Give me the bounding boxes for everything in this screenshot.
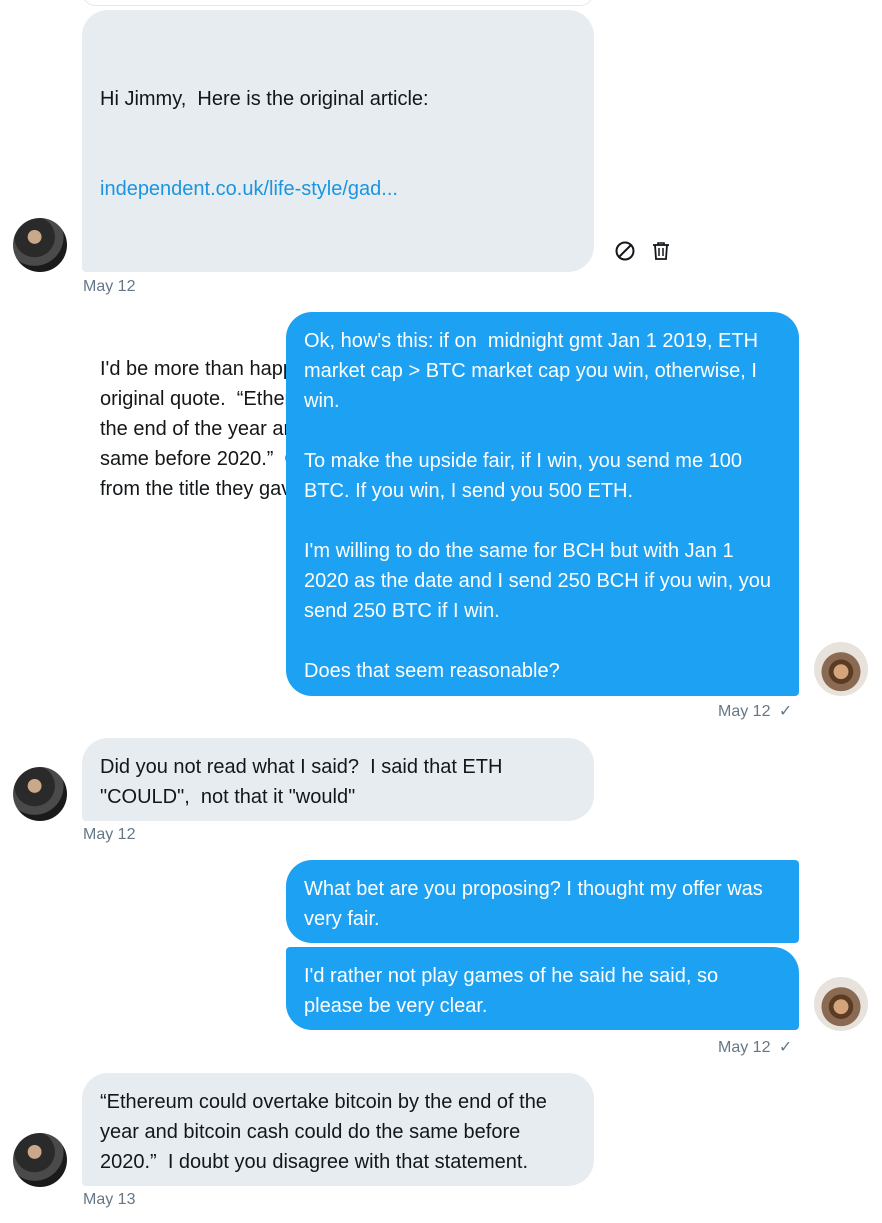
message-text: Hi Jimmy, Here is the original article:	[100, 88, 429, 110]
message-bubble-received[interactable]: “Ethereum could overtake bitcoin by the …	[82, 1073, 594, 1186]
message-timestamp: May 12 ✓	[718, 1038, 792, 1058]
message-timestamp: May 12	[83, 826, 136, 843]
avatar-jimmy[interactable]	[13, 1133, 67, 1187]
message-timestamp: May 12 ✓	[718, 702, 792, 722]
avatar-jimmy[interactable]	[13, 767, 67, 821]
timestamp-text: May 12	[718, 703, 771, 720]
previous-message-edge	[82, 0, 594, 6]
article-link[interactable]: independent.co.uk/life-style/gad...	[100, 174, 576, 204]
message-bubble-received[interactable]: Did you not read what I said? I said tha…	[82, 738, 594, 821]
read-check-icon: ✓	[778, 1039, 793, 1056]
timestamp-text: May 12	[718, 1039, 771, 1056]
message-timestamp: May 13	[83, 1191, 136, 1208]
message-bubble-received[interactable]: Hi Jimmy, Here is the original article: …	[82, 10, 594, 500]
read-check-icon: ✓	[778, 703, 793, 720]
message-bubble-sent[interactable]: What bet are you proposing? I thought my…	[286, 860, 799, 943]
avatar-self[interactable]	[814, 977, 868, 1031]
report-icon[interactable]	[614, 240, 636, 262]
avatar-self[interactable]	[814, 642, 868, 696]
message-bubble-sent[interactable]: Ok, how's this: if on midnight gmt Jan 1…	[286, 312, 799, 696]
message-timestamp: May 12	[83, 278, 136, 295]
message-bubble-sent[interactable]: I'd rather not play games of he said he …	[286, 947, 799, 1030]
trash-icon[interactable]	[650, 240, 672, 262]
avatar-jimmy[interactable]	[13, 218, 67, 272]
